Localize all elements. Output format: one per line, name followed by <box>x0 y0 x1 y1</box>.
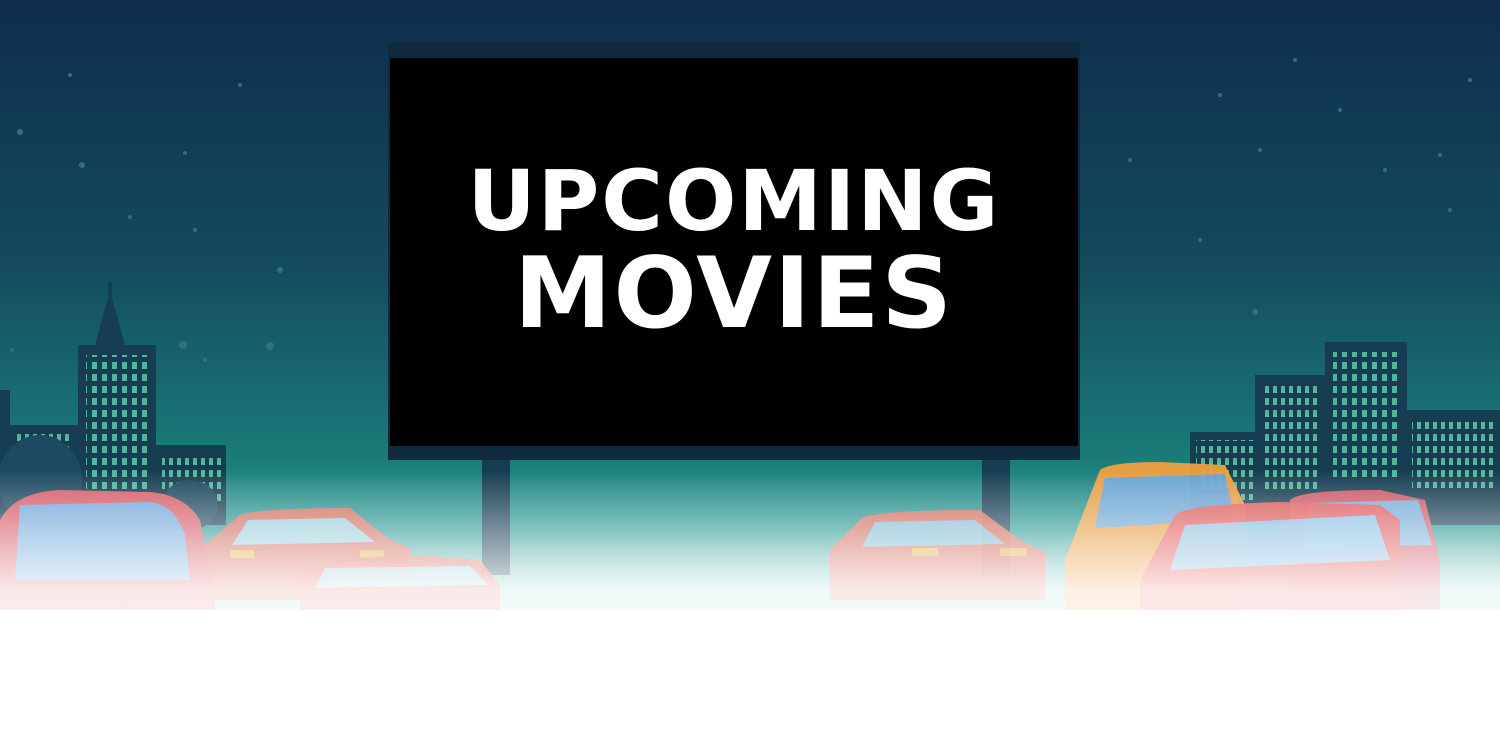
title-line-movies: MOVIES <box>513 236 955 351</box>
upcoming-movies-banner: UPCOMING MOVIES <box>0 0 1500 737</box>
ground-fog-base <box>0 610 1500 737</box>
title-line-upcoming: UPCOMING <box>467 152 1001 251</box>
screen-title: UPCOMING MOVIES <box>390 58 1078 446</box>
